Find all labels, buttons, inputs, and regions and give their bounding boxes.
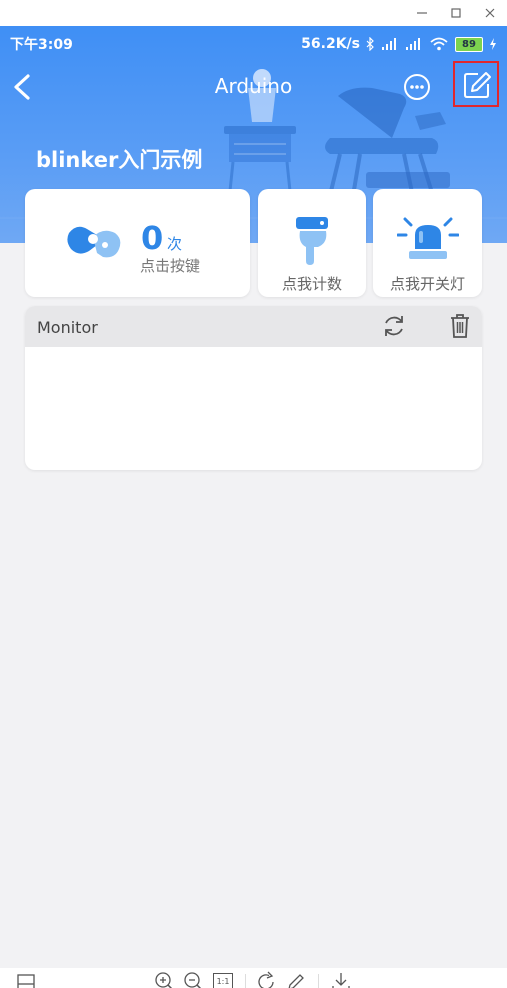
app-bar: Arduino (0, 62, 507, 112)
count-button-card[interactable]: 点我计数 (258, 189, 366, 297)
window-title-bar (0, 0, 507, 26)
toolbar-separator (245, 974, 246, 988)
more-icon[interactable] (403, 73, 431, 101)
actual-size-label: 1:1 (213, 973, 233, 988)
status-bar: 下午3:09 56.2K/s 89 (0, 26, 507, 62)
monitor-header: Monitor (25, 306, 482, 347)
wifi-icon (430, 37, 448, 51)
counter-value: 0 (141, 219, 164, 257)
charging-icon (490, 38, 496, 50)
counter-label: 点击按键 (140, 257, 201, 275)
pointing-hand-icon (296, 217, 328, 265)
signal-icon (382, 38, 396, 50)
viewer-toolbar: 1:1 (0, 968, 507, 988)
hand-gesture-icon (67, 226, 121, 258)
status-time: 下午3:09 (10, 37, 73, 53)
toolbar-separator (318, 974, 319, 988)
monitor-panel: Monitor (25, 306, 482, 470)
phone-screen: 下午3:09 56.2K/s 89 Arduino blinker入门示例 0 … (0, 26, 507, 988)
actual-size-icon[interactable]: 1:1 (212, 971, 234, 988)
maximize-icon[interactable] (439, 0, 473, 26)
count-button-label: 点我计数 (281, 275, 342, 293)
close-icon[interactable] (473, 0, 507, 26)
network-speed: 56.2K/s (301, 36, 360, 52)
edit-button[interactable] (453, 61, 499, 107)
bluetooth-icon (366, 37, 374, 51)
rotate-icon[interactable] (256, 971, 278, 988)
refresh-icon[interactable] (381, 313, 407, 339)
panel-icon[interactable] (15, 971, 37, 988)
switch-button-card[interactable]: 点我开关灯 (373, 189, 482, 297)
alarm-light-icon (397, 217, 459, 259)
switch-button-label: 点我开关灯 (389, 275, 465, 293)
minimize-icon[interactable] (405, 0, 439, 26)
zoom-in-icon[interactable] (154, 971, 176, 988)
zoom-out-icon[interactable] (183, 971, 205, 988)
monitor-title: Monitor (37, 318, 98, 337)
status-icons: 56.2K/s 89 (301, 36, 497, 52)
page-heading: blinker入门示例 (36, 148, 203, 172)
trash-icon[interactable] (448, 313, 472, 339)
hd-signal-icon (406, 38, 420, 50)
download-icon[interactable] (330, 971, 352, 988)
counter-card[interactable]: 0 次 点击按键 (25, 189, 250, 297)
edit-pen-icon[interactable] (285, 971, 307, 988)
battery-icon: 89 (455, 36, 483, 52)
edit-icon (464, 72, 491, 98)
counter-unit: 次 (167, 235, 183, 253)
